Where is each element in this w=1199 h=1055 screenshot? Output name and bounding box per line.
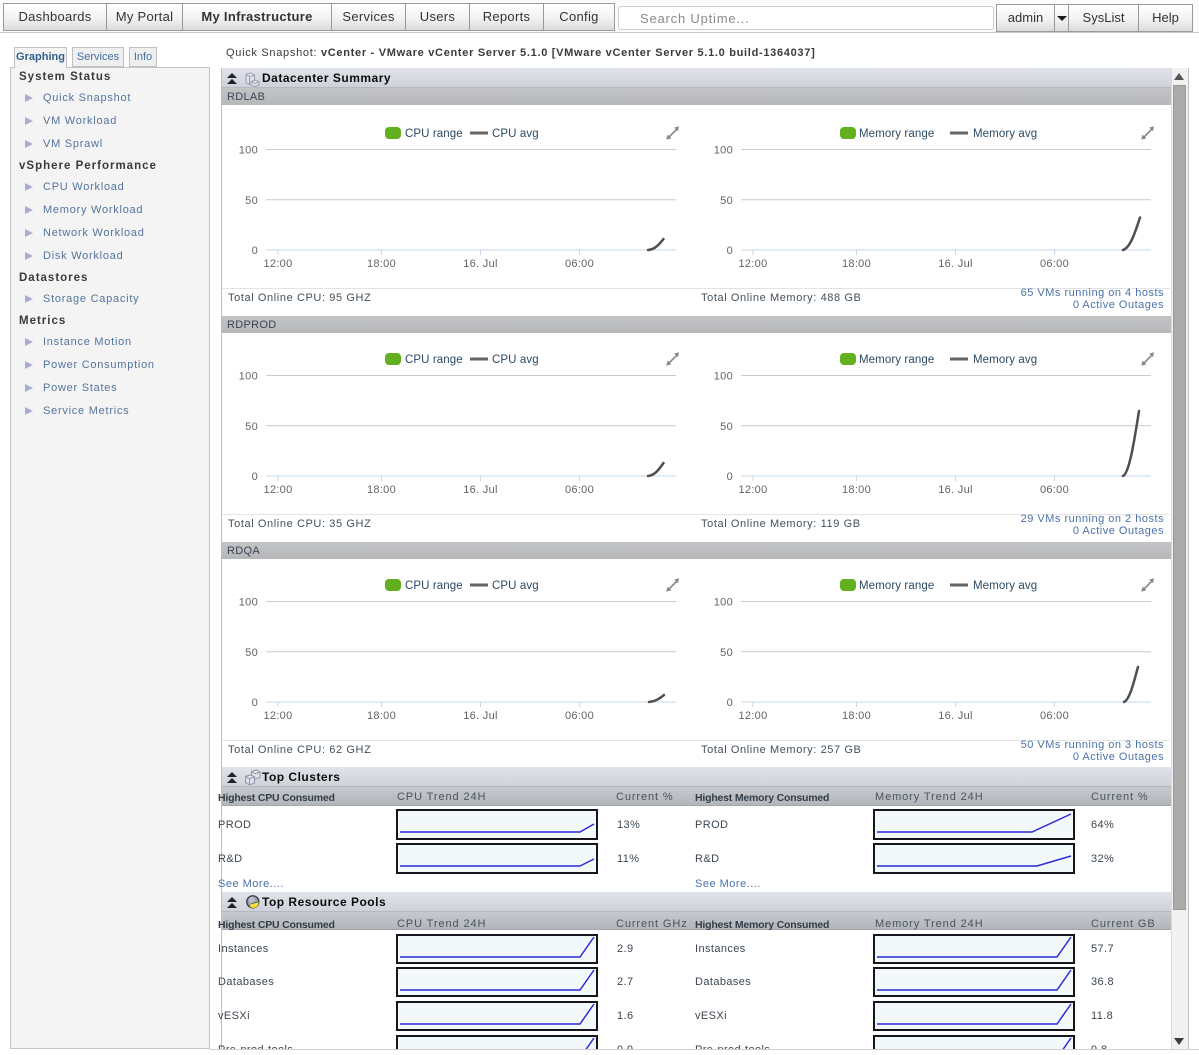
svg-text:06:00: 06:00 [1040,710,1069,722]
svg-text:50: 50 [720,421,733,433]
svg-text:06:00: 06:00 [1040,484,1069,496]
svg-text:100: 100 [239,597,258,609]
svg-text:06:00: 06:00 [1040,258,1069,270]
svg-text:18:00: 18:00 [842,710,871,722]
svg-text:50: 50 [245,421,258,433]
svg-text:16. Jul: 16. Jul [463,710,498,722]
svg-text:50: 50 [245,195,258,207]
svg-text:0: 0 [252,245,258,257]
svg-text:16. Jul: 16. Jul [938,258,973,270]
svg-text:18:00: 18:00 [367,484,396,496]
svg-text:12:00: 12:00 [738,710,767,722]
svg-text:100: 100 [239,371,258,383]
svg-text:50: 50 [245,647,258,659]
svg-text:16. Jul: 16. Jul [463,484,498,496]
svg-text:CPU range: CPU range [405,354,463,366]
svg-text:18:00: 18:00 [367,710,396,722]
svg-text:CPU avg: CPU avg [492,580,539,592]
svg-text:12:00: 12:00 [738,484,767,496]
svg-text:16. Jul: 16. Jul [463,258,498,270]
svg-text:100: 100 [239,145,258,157]
svg-text:Memory avg: Memory avg [973,128,1037,140]
svg-text:12:00: 12:00 [263,484,292,496]
svg-text:50: 50 [720,647,733,659]
svg-text:100: 100 [714,597,733,609]
svg-text:CPU avg: CPU avg [492,354,539,366]
svg-text:06:00: 06:00 [565,258,594,270]
svg-text:16. Jul: 16. Jul [938,484,973,496]
svg-text:100: 100 [714,145,733,157]
svg-text:0: 0 [252,471,258,483]
svg-text:0: 0 [727,471,733,483]
svg-text:Memory range: Memory range [859,128,934,140]
svg-text:18:00: 18:00 [842,258,871,270]
svg-text:18:00: 18:00 [367,258,396,270]
svg-text:12:00: 12:00 [263,258,292,270]
svg-text:CPU range: CPU range [405,580,463,592]
svg-text:06:00: 06:00 [565,484,594,496]
svg-text:Memory range: Memory range [859,354,934,366]
svg-text:Memory range: Memory range [859,580,934,592]
svg-text:0: 0 [727,697,733,709]
svg-text:06:00: 06:00 [565,710,594,722]
svg-text:0: 0 [727,245,733,257]
svg-text:0: 0 [252,697,258,709]
svg-text:12:00: 12:00 [738,258,767,270]
svg-text:CPU avg: CPU avg [492,128,539,140]
svg-text:12:00: 12:00 [263,710,292,722]
svg-text:CPU range: CPU range [405,128,463,140]
svg-text:50: 50 [720,195,733,207]
svg-text:18:00: 18:00 [842,484,871,496]
svg-text:100: 100 [714,371,733,383]
svg-text:Memory avg: Memory avg [973,354,1037,366]
svg-text:16. Jul: 16. Jul [938,710,973,722]
svg-text:Memory avg: Memory avg [973,580,1037,592]
